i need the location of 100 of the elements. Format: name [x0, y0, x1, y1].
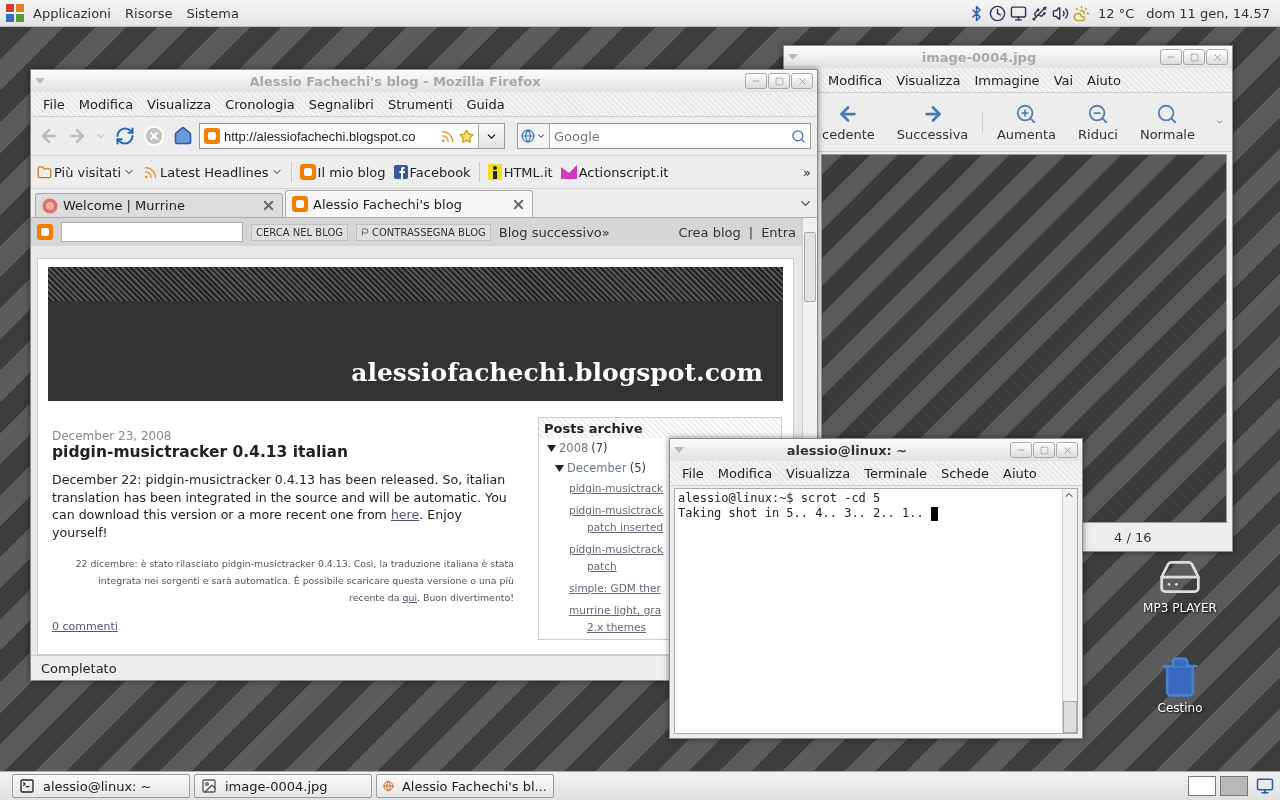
search-bar[interactable]: Google [517, 123, 811, 149]
panel-menu[interactable]: Risorse [120, 3, 178, 23]
window-menu-icon[interactable] [788, 54, 798, 60]
minimize-button[interactable] [1160, 49, 1182, 65]
toolbar-button[interactable]: Riduci [1070, 102, 1126, 142]
link-separator: | [748, 224, 754, 240]
menu-item[interactable]: Visualizza [890, 70, 967, 90]
menu-item[interactable]: Terminale [858, 463, 934, 483]
status-text: Completato [41, 660, 117, 676]
scrollbar-thumb[interactable] [804, 232, 816, 302]
menu-item[interactable]: Visualizza [780, 463, 857, 483]
show-desktop-icon[interactable] [1256, 777, 1274, 795]
close-button[interactable] [791, 73, 813, 89]
tab-close-icon[interactable] [261, 198, 276, 213]
taskbar-button[interactable]: Alessio Fachechi's bl... [376, 774, 554, 798]
clock-icon[interactable] [989, 4, 1007, 22]
menu-item[interactable]: Visualizza [141, 94, 218, 114]
tab[interactable]: Welcome | Murrine [35, 193, 283, 217]
menu-item[interactable]: Immagine [968, 70, 1046, 90]
next-blog-link[interactable]: Blog successivo» [498, 224, 610, 240]
menu-item[interactable]: File [676, 463, 710, 483]
navbar-link[interactable]: Entra [761, 224, 796, 240]
reload-button[interactable] [113, 124, 137, 148]
star-icon[interactable] [459, 128, 474, 144]
taskbar-button[interactable]: alessio@linux: ~ [12, 774, 190, 798]
post-body: December 22: pidgin-musictracker 0.4.13 has been released. So, italian translation has been integrated in the source and will be automatic. You can download this version or a more recent one from here. Enjoy yourself! [52, 471, 508, 541]
volume-icon[interactable] [1052, 4, 1070, 22]
bookmark[interactable]: Facebook [393, 164, 471, 180]
search-field[interactable]: Google [550, 128, 791, 144]
post-link[interactable]: pidgin-musictrack patch inserted [569, 502, 664, 536]
post-link[interactable]: pidgin-musictrack [569, 480, 664, 497]
window-menu-icon[interactable] [35, 78, 45, 84]
close-button[interactable] [1206, 49, 1228, 65]
comments-link[interactable]: 0 commenti [52, 620, 514, 633]
desktop-icon-label[interactable]: MP3 PLAYER [1143, 601, 1217, 615]
blog-search-button[interactable]: CERCA NEL BLOG [251, 223, 348, 241]
menu-item[interactable]: Aiuto [997, 463, 1043, 483]
maximize-icon [774, 76, 784, 86]
menu-item[interactable]: File [37, 94, 71, 114]
menu-item[interactable]: Vai [1047, 70, 1080, 90]
minimize-button[interactable] [1010, 442, 1032, 458]
window-title: image-0004.jpg [920, 49, 1038, 65]
menu-item[interactable]: Aiuto [1081, 70, 1127, 90]
url-dropdown-button[interactable] [478, 124, 504, 148]
folder-icon [37, 164, 52, 180]
bookmark[interactable]: Actionscript.it [560, 164, 669, 180]
bookmark[interactable]: HTML.it [487, 164, 553, 180]
blog-search-field[interactable] [61, 222, 243, 242]
maximize-button[interactable] [768, 73, 790, 89]
rss-icon [440, 128, 455, 144]
panel-menu[interactable]: Applicazioni [28, 3, 116, 23]
menu-item[interactable]: Strumenti [382, 94, 459, 114]
bookmark[interactable]: Latest Headlines [143, 164, 283, 180]
navbar-link[interactable]: Crea blog [678, 224, 741, 240]
usb-icon[interactable] [1031, 4, 1049, 22]
taskbar-button[interactable]: image-0004.jpg [194, 774, 372, 798]
menu-item[interactable]: Modifica [711, 463, 779, 483]
menu-item[interactable]: Guida [460, 94, 511, 114]
tab[interactable]: Alessio Fachechi's blog [285, 190, 533, 217]
workspace[interactable] [1220, 776, 1248, 796]
toolbar-button[interactable]: Aumenta [988, 102, 1064, 142]
workspace[interactable] [1188, 776, 1216, 796]
bookmark[interactable]: Più visitati [37, 164, 135, 180]
menu-item[interactable]: Schede [935, 463, 995, 483]
menu-item[interactable]: Cronologia [219, 94, 301, 114]
search-icon[interactable] [791, 128, 806, 144]
blogger-icon [292, 196, 308, 212]
toolbar-button[interactable]: Normale [1131, 102, 1203, 142]
address-field[interactable]: http://alessiofachechi.blogspot.co [199, 123, 505, 149]
more-bookmarks-button[interactable]: » [803, 164, 811, 180]
menu-item[interactable]: Modifica [72, 94, 140, 114]
archive-link[interactable]: 2008 [559, 441, 589, 455]
qui-link[interactable]: qui [402, 592, 417, 603]
expanded-triangle-icon[interactable] [547, 443, 556, 453]
window-menu-icon[interactable] [674, 447, 684, 453]
scrollbar-thumb[interactable] [1063, 701, 1077, 733]
post-link[interactable]: simple: GDM ther [569, 580, 661, 597]
apps-menu-icon[interactable] [6, 4, 24, 22]
flag-blog-button[interactable]: CONTRASSEGNA BLOG [356, 223, 491, 241]
toolbar-button[interactable]: cedente [814, 102, 883, 142]
rss-icon [143, 164, 158, 180]
maximize-button[interactable] [1183, 49, 1205, 65]
network-icon[interactable] [1010, 4, 1028, 22]
panel-menu[interactable]: Sistema [181, 3, 244, 23]
menu-item[interactable]: Modifica [822, 70, 889, 90]
toolbar-button[interactable]: Successiva [888, 102, 977, 142]
desktop-icon-label[interactable]: Cestino [1157, 701, 1203, 715]
italian-note: 22 dicembre: è stato rilasciato pidgin-musictracker 0.4.13. Così, la traduzione italiana è stata integrata nei sorgenti e sarà automatica. È possibile scaricare questa versione o una più recente da qui. Buon divertimento! [74, 557, 514, 605]
menu-item[interactable]: Segnalibri [302, 94, 380, 114]
blogger-icon [299, 164, 316, 180]
expanded-triangle-icon[interactable] [555, 463, 564, 473]
post-link[interactable]: murrine light, gra 2.x themes [569, 602, 662, 636]
bookmark[interactable]: Il mio blog [299, 164, 386, 180]
search-engine-button[interactable] [518, 124, 550, 148]
close-button[interactable] [1056, 442, 1078, 458]
archive-link[interactable]: December [567, 461, 627, 475]
maximize-button[interactable] [1033, 442, 1055, 458]
post-link[interactable]: pidgin-musictrack patch [569, 541, 664, 575]
minimize-button[interactable] [745, 73, 767, 89]
window-title: Alessio Fachechi's blog - Mozilla Firefox [248, 73, 542, 89]
